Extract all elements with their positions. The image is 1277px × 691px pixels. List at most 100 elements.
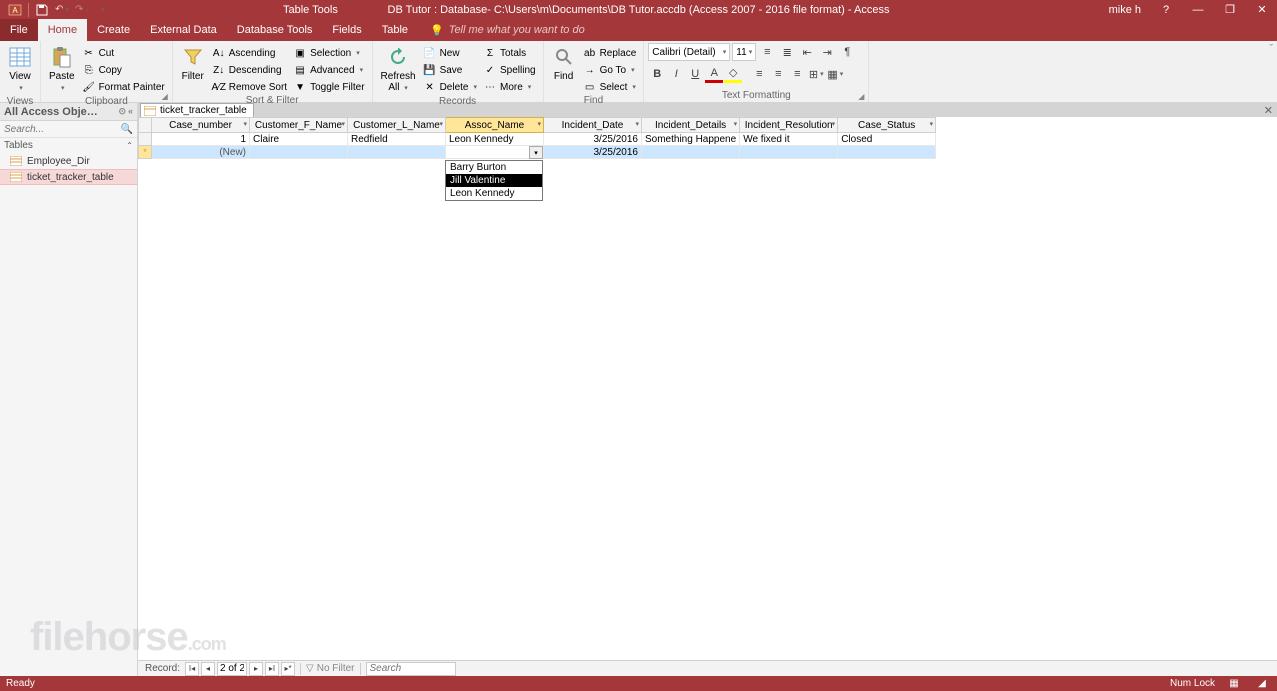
column-dropdown-icon[interactable]: ▾ bbox=[832, 120, 836, 128]
cell-case-number[interactable]: 1 bbox=[152, 133, 250, 146]
cell-incident-date[interactable]: 3/25/2016 bbox=[544, 146, 642, 159]
nav-item-ticket-tracker[interactable]: ticket_tracker_table bbox=[0, 169, 137, 185]
column-dropdown-icon[interactable]: ▾ bbox=[734, 120, 738, 128]
record-search-input[interactable] bbox=[366, 662, 456, 676]
cut-button[interactable]: ✂Cut bbox=[79, 45, 168, 61]
column-dropdown-icon[interactable]: ▾ bbox=[635, 120, 639, 128]
ascending-button[interactable]: A↓Ascending bbox=[209, 45, 290, 61]
col-assoc-name[interactable]: Assoc_Name▾ bbox=[446, 118, 544, 133]
cell-assoc-name[interactable]: Leon Kennedy bbox=[446, 133, 544, 146]
descending-button[interactable]: Z↓Descending bbox=[209, 62, 290, 78]
cell-incident-date[interactable]: 3/25/2016 bbox=[544, 133, 642, 146]
paste-button[interactable]: Paste▾ bbox=[45, 43, 79, 96]
cell-customer-fname[interactable]: Claire bbox=[250, 133, 348, 146]
col-incident-details[interactable]: Incident_Details▾ bbox=[642, 118, 740, 133]
qat-customize-icon[interactable]: ▾ bbox=[93, 1, 111, 19]
filter-indicator[interactable]: ▽No Filter bbox=[306, 663, 355, 674]
text-formatting-dialog-launcher[interactable]: ◢ bbox=[856, 91, 866, 101]
save-icon[interactable] bbox=[33, 1, 51, 19]
spelling-button[interactable]: ✓Spelling bbox=[480, 62, 539, 78]
dropdown-option[interactable]: Jill Valentine bbox=[446, 174, 542, 187]
help-icon[interactable]: ? bbox=[1151, 0, 1181, 19]
cell-case-status[interactable]: Closed bbox=[838, 133, 936, 146]
tell-me-search[interactable]: 💡 Tell me what you want to do bbox=[418, 19, 585, 41]
table-row[interactable]: 1 Claire Redfield Leon Kennedy 3/25/2016… bbox=[139, 133, 936, 146]
tab-create[interactable]: Create bbox=[87, 19, 140, 41]
decrease-indent-icon[interactable]: ⇤ bbox=[798, 43, 816, 61]
advanced-button[interactable]: ▤Advanced▾ bbox=[290, 62, 367, 78]
align-left-button[interactable]: ≡ bbox=[750, 65, 768, 83]
more-button[interactable]: ⋯More▾ bbox=[480, 79, 539, 95]
remove-sort-button[interactable]: A⁄ZRemove Sort bbox=[209, 79, 290, 95]
minimize-button[interactable]: — bbox=[1183, 0, 1213, 19]
col-incident-resolution[interactable]: Incident_Resolution▾ bbox=[740, 118, 838, 133]
gridlines-button[interactable]: ⊞▾ bbox=[807, 65, 825, 83]
column-dropdown-icon[interactable]: ▾ bbox=[930, 120, 934, 128]
cell-incident-details[interactable]: Something Happene bbox=[642, 133, 740, 146]
select-all-corner[interactable] bbox=[139, 118, 152, 133]
cell-incident-resolution[interactable] bbox=[740, 146, 838, 159]
dropdown-option[interactable]: Barry Burton bbox=[446, 161, 542, 174]
selection-button[interactable]: ▣Selection▾ bbox=[290, 45, 367, 61]
new-record-button[interactable]: 📄New bbox=[420, 45, 480, 61]
bold-button[interactable]: B bbox=[648, 65, 666, 83]
new-record-row[interactable]: * (New) ▾ 3/25/2016 bbox=[139, 146, 936, 159]
col-incident-date[interactable]: Incident_Date▾ bbox=[544, 118, 642, 133]
tab-table[interactable]: Table bbox=[372, 19, 418, 41]
first-record-button[interactable]: I◂ bbox=[185, 662, 199, 676]
save-record-button[interactable]: 💾Save bbox=[420, 62, 480, 78]
cell-incident-details[interactable] bbox=[642, 146, 740, 159]
underline-button[interactable]: U bbox=[686, 65, 704, 83]
tab-database-tools[interactable]: Database Tools bbox=[227, 19, 323, 41]
column-dropdown-icon[interactable]: ▾ bbox=[439, 120, 443, 128]
maximize-button[interactable]: ❐ bbox=[1215, 0, 1245, 19]
record-position-input[interactable] bbox=[217, 662, 247, 676]
increase-indent-icon[interactable]: ⇥ bbox=[818, 43, 836, 61]
redo-icon[interactable]: ↷▾ bbox=[73, 1, 91, 19]
cell-case-status[interactable] bbox=[838, 146, 936, 159]
copy-button[interactable]: ⎘Copy bbox=[79, 62, 168, 78]
datasheet-view-button[interactable]: ▦ bbox=[1225, 676, 1243, 691]
new-row-indicator[interactable]: * bbox=[139, 146, 152, 159]
tab-external-data[interactable]: External Data bbox=[140, 19, 227, 41]
select-button[interactable]: ▭Select▾ bbox=[580, 79, 640, 95]
tab-file[interactable]: File bbox=[0, 19, 38, 41]
nav-search-input[interactable] bbox=[4, 124, 121, 135]
cell-customer-lname[interactable]: Redfield bbox=[348, 133, 446, 146]
cell-customer-lname[interactable] bbox=[348, 146, 446, 159]
column-dropdown-icon[interactable]: ▾ bbox=[341, 120, 345, 128]
cell-customer-fname[interactable] bbox=[250, 146, 348, 159]
align-right-button[interactable]: ≡ bbox=[788, 65, 806, 83]
undo-icon[interactable]: ↶▾ bbox=[53, 1, 71, 19]
fill-color-button[interactable]: ◇ bbox=[724, 65, 742, 83]
cell-incident-resolution[interactable]: We fixed it bbox=[740, 133, 838, 146]
font-color-button[interactable]: A bbox=[705, 65, 723, 83]
user-name[interactable]: mike h bbox=[1101, 4, 1149, 16]
collapse-ribbon-button[interactable]: ˇ bbox=[1269, 41, 1277, 102]
filter-button[interactable]: Filter bbox=[177, 43, 209, 84]
refresh-all-button[interactable]: RefreshAll ▾ bbox=[377, 43, 420, 96]
tab-home[interactable]: Home bbox=[38, 19, 87, 41]
column-dropdown-icon[interactable]: ▾ bbox=[537, 120, 541, 128]
dropdown-option[interactable]: Leon Kennedy bbox=[446, 187, 542, 200]
align-center-button[interactable]: ≡ bbox=[769, 65, 787, 83]
next-record-button[interactable]: ▸ bbox=[249, 662, 263, 676]
italic-button[interactable]: I bbox=[667, 65, 685, 83]
text-direction-icon[interactable]: ¶ bbox=[838, 43, 856, 61]
format-painter-button[interactable]: 🖌Format Painter bbox=[79, 79, 168, 95]
close-document-button[interactable]: ✕ bbox=[1264, 103, 1277, 117]
column-dropdown-icon[interactable]: ▾ bbox=[243, 120, 247, 128]
nav-group-tables[interactable]: Tables ⌃ bbox=[0, 138, 137, 153]
replace-button[interactable]: abReplace bbox=[580, 45, 640, 61]
search-icon[interactable]: 🔍 bbox=[121, 124, 133, 135]
font-size-combo[interactable]: 11▾ bbox=[732, 43, 756, 61]
new-record-button[interactable]: ▸* bbox=[281, 662, 295, 676]
toggle-filter-button[interactable]: ▼Toggle Filter bbox=[290, 79, 367, 95]
nav-item-employee-dir[interactable]: Employee_Dir bbox=[0, 153, 137, 169]
close-button[interactable]: ✕ bbox=[1247, 0, 1277, 19]
totals-button[interactable]: ΣTotals bbox=[480, 45, 539, 61]
view-button[interactable]: View▾ bbox=[4, 43, 36, 96]
cell-case-number[interactable]: (New) bbox=[152, 146, 250, 159]
cell-assoc-name[interactable]: ▾ bbox=[446, 146, 544, 159]
col-case-status[interactable]: Case_Status▾ bbox=[838, 118, 936, 133]
